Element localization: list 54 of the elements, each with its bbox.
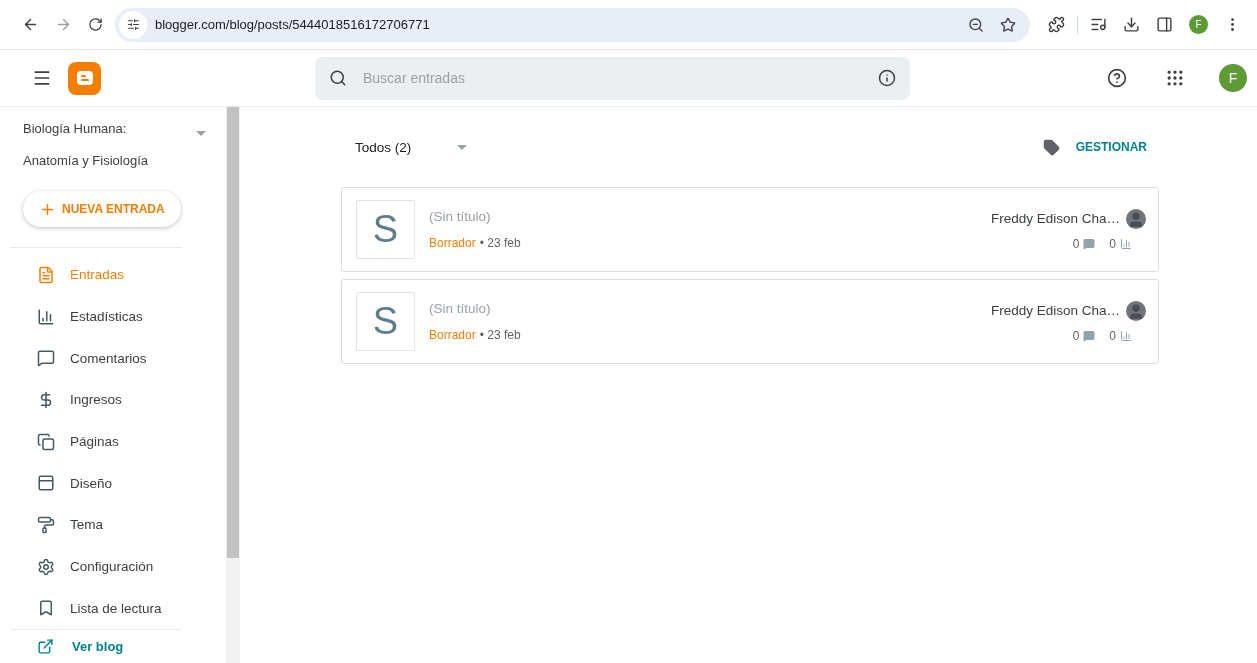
sidebar-item[interactable]: Configuración [10,545,226,588]
comment-icon [1083,237,1096,250]
post-status: Borrador [429,328,476,342]
author-avatar [1126,208,1146,229]
search-input[interactable]: Buscar entradas [361,69,864,87]
info-icon[interactable] [878,69,896,87]
address-bar[interactable]: blogger.com/blog/posts/5444018516172706771 [115,7,1030,42]
logo-icon[interactable] [68,61,101,95]
blog-title[interactable]: Biología Humana: Anatomía y Fisiología [23,113,163,177]
url-text: blogger.com/blog/posts/5444018516172706771 [155,17,431,32]
pages-icon [37,432,55,451]
author-avatar [1126,300,1146,321]
bar-chart-icon [1120,329,1132,342]
document-icon [37,265,55,284]
sidebar-item[interactable]: Diseño [10,462,226,505]
view-blog-link[interactable]: Ver blog [10,630,226,656]
site-settings-icon[interactable] [119,10,147,39]
label-icon [1042,138,1060,156]
search-bar[interactable]: Buscar entradas [315,56,910,100]
author-name: Freddy Edison Cha… [990,211,1120,226]
comment-count: 0 [1072,236,1080,251]
post-date: • 23 feb [479,328,521,342]
post-card[interactable]: S (Sin título) Borrador • 23 feb Freddy Edison Cha… 0 0 [341,187,1159,272]
sidebar-item[interactable]: Tema [10,504,226,546]
sidebar-item[interactable]: Estadísticas [10,295,226,338]
post-title: (Sin título) [429,301,492,316]
sidebar-item[interactable]: Lista de lectura [10,587,226,630]
comment-count: 0 [1072,328,1080,343]
external-link-icon [37,638,54,656]
bar-chart-icon [37,307,55,326]
sidebar-item[interactable]: Ingresos [10,379,226,421]
bar-chart-icon [1120,237,1132,250]
post-title: (Sin título) [429,209,492,224]
comment-icon [37,349,55,368]
view-count: 0 [1109,236,1116,251]
post-date: • 23 feb [479,236,521,250]
manage-button[interactable]: GESTIONAR [1036,137,1153,157]
filter-dropdown[interactable]: Todos (2) [355,139,468,155]
dropdown-caret-icon[interactable] [196,131,206,136]
author-name: Freddy Edison Cha… [990,303,1120,318]
sidebar-item[interactable]: Páginas [10,420,226,463]
view-count: 0 [1109,328,1116,343]
scrollbar[interactable] [226,107,240,663]
post-card[interactable]: S (Sin título) Borrador • 23 feb Freddy Edison Cha… 0 0 [341,279,1159,364]
bookmark-icon [37,599,55,618]
comment-icon [1083,329,1096,342]
post-thumbnail: S [356,200,415,259]
post-status: Borrador [429,236,476,250]
search-icon[interactable] [329,69,347,87]
paint-roller-icon [37,515,55,534]
sidebar-item[interactable]: Comentarios [10,337,226,380]
settings-icon [37,557,55,576]
layout-icon [37,474,55,493]
post-thumbnail: S [356,292,415,351]
